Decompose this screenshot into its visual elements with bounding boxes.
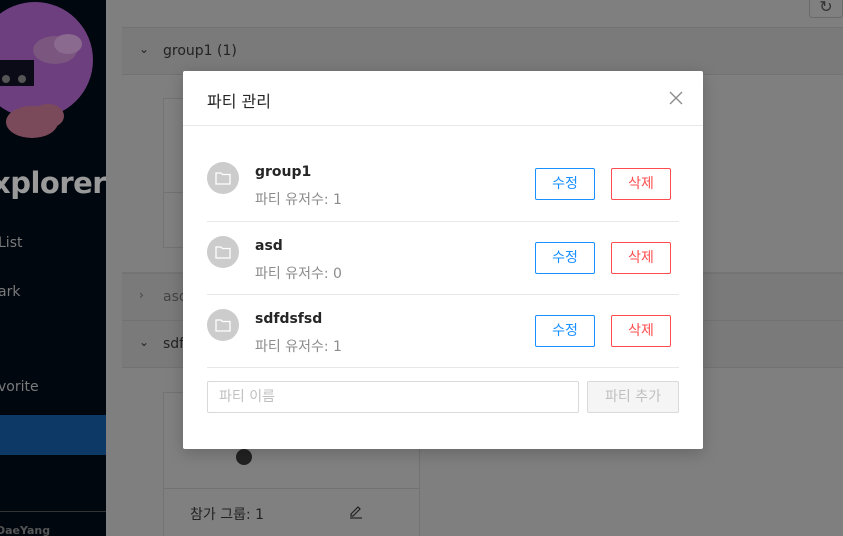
edit-button[interactable]: 수정 — [535, 242, 595, 274]
folder-icon — [215, 246, 231, 259]
close-icon[interactable] — [667, 89, 685, 107]
edit-button[interactable]: 수정 — [535, 168, 595, 200]
edit-button[interactable]: 수정 — [535, 315, 595, 347]
list-item: group1 파티 유저수: 1 수정 삭제 — [207, 148, 679, 222]
party-name: group1 — [255, 164, 312, 180]
refresh-button[interactable]: ↻ — [809, 0, 843, 18]
party-user-count: 파티 유저수: 1 — [255, 192, 342, 208]
sidebar-divider — [0, 511, 106, 512]
sidebar-item-favorite[interactable]: vorite — [0, 379, 39, 395]
party-user-count: 파티 유저수: 1 — [255, 339, 342, 355]
folder-avatar — [207, 309, 239, 341]
app-logo — [0, 2, 93, 138]
sidebar-item-bookmark[interactable]: ark — [0, 284, 20, 300]
chevron-down-icon: ⌄ — [139, 42, 150, 56]
modal-title: 파티 관리 — [207, 92, 271, 111]
app-title: xplorer — [0, 166, 106, 200]
edit-icon[interactable] — [348, 503, 364, 519]
list-item: asd 파티 유저수: 0 수정 삭제 — [207, 222, 679, 295]
delete-button[interactable]: 삭제 — [611, 168, 671, 200]
delete-button[interactable]: 삭제 — [611, 315, 671, 347]
folder-avatar — [207, 236, 239, 268]
card-divider — [164, 488, 419, 489]
sidebar-user: DaeYang — [0, 524, 51, 536]
add-party-button[interactable]: 파티 추가 — [587, 381, 679, 413]
party-management-modal: 파티 관리 group1 파티 유저수: 1 수정 삭제 asd 파티 유저수:… — [183, 71, 703, 449]
sidebar-item-active[interactable] — [0, 415, 106, 455]
chevron-down-icon: ⌄ — [139, 335, 150, 349]
sidebar: xplorer List ark vorite DaeYang — [0, 0, 106, 536]
add-party-row: 파티 추가 — [207, 368, 679, 444]
modal-body: group1 파티 유저수: 1 수정 삭제 asd 파티 유저수: 0 수정 … — [207, 148, 679, 444]
panel-header-group1[interactable]: ⌄ group1 (1) — [122, 27, 843, 75]
party-user-count: 파티 유저수: 0 — [255, 266, 342, 282]
refresh-icon: ↻ — [819, 0, 833, 16]
list-item: sdfdsfsd 파티 유저수: 1 수정 삭제 — [207, 295, 679, 368]
chevron-right-icon: › — [139, 288, 144, 302]
modal-header: 파티 관리 — [183, 71, 703, 126]
party-name: asd — [255, 238, 283, 254]
panel-title: group1 (1) — [163, 43, 237, 59]
folder-icon — [215, 319, 231, 332]
sidebar-item-list[interactable]: List — [0, 235, 22, 251]
folder-avatar — [207, 162, 239, 194]
party-name: sdfdsfsd — [255, 311, 323, 327]
status-dot — [236, 449, 252, 465]
card-footer-text: 참가 그룹: 1 — [190, 507, 265, 523]
delete-button[interactable]: 삭제 — [611, 242, 671, 274]
folder-icon — [215, 172, 231, 185]
party-name-input[interactable] — [207, 381, 579, 413]
